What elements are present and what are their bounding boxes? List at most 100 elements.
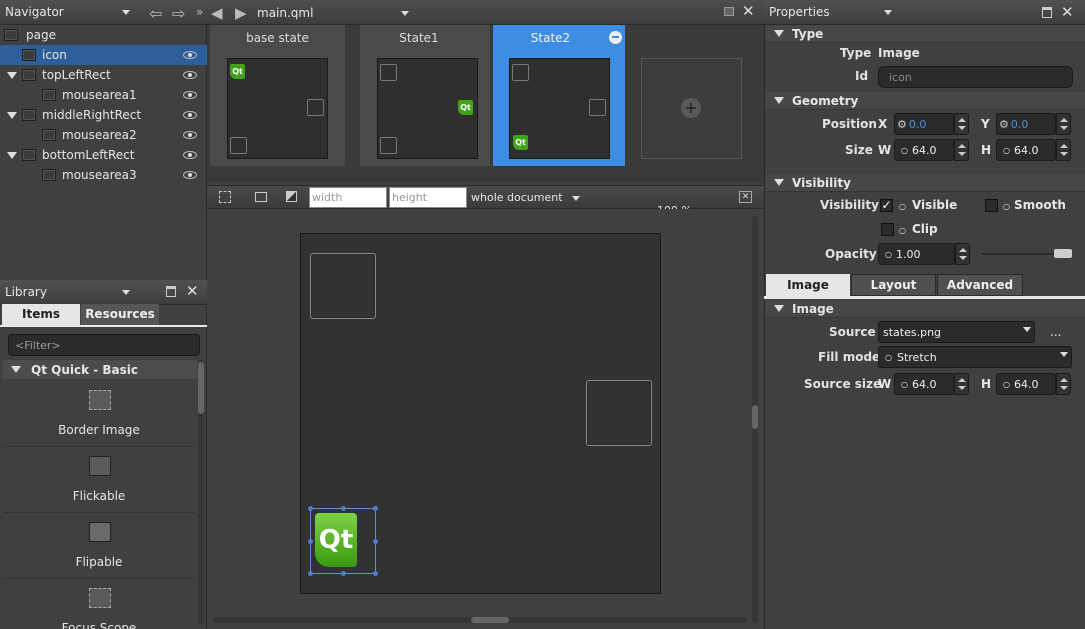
horizontal-scrollbar[interactable] xyxy=(213,617,747,623)
library-title[interactable]: Library xyxy=(5,285,133,299)
filter-input[interactable]: <Filter> xyxy=(8,334,200,356)
close-toolbar-icon[interactable]: ✕ xyxy=(739,191,752,203)
page-canvas[interactable]: Qt xyxy=(300,233,661,594)
file-dropdown[interactable]: main.qml xyxy=(257,6,412,20)
resize-handle[interactable] xyxy=(373,506,378,511)
resize-handle[interactable] xyxy=(308,506,313,511)
w-spinner[interactable] xyxy=(954,139,969,161)
snap-tool-icon[interactable] xyxy=(219,191,231,203)
resize-handle[interactable] xyxy=(373,539,378,544)
float-icon[interactable] xyxy=(166,286,176,297)
tab-advanced[interactable]: Advanced xyxy=(937,274,1023,296)
state-state2[interactable]: State2 Qt xyxy=(493,25,625,166)
opacity-spinner[interactable] xyxy=(955,243,970,265)
show-bounds-icon[interactable] xyxy=(255,192,267,202)
library-scrollbar[interactable] xyxy=(198,360,204,625)
visible-checkbox[interactable]: ✓ xyxy=(880,199,893,212)
resize-handle[interactable] xyxy=(373,571,378,576)
collapse-arrow-icon[interactable] xyxy=(774,305,784,312)
library-item-focus-scope[interactable]: Focus Scope xyxy=(3,579,195,629)
height-input[interactable]: height xyxy=(389,187,467,208)
state-base[interactable]: base state Qt xyxy=(210,25,345,166)
resize-handle[interactable] xyxy=(341,571,346,576)
collapse-arrow-icon[interactable] xyxy=(774,97,784,104)
collapse-arrow-icon[interactable] xyxy=(11,366,21,373)
scope-dropdown[interactable]: whole document xyxy=(471,191,583,204)
h-spinner[interactable] xyxy=(1056,139,1071,161)
slider-handle[interactable] xyxy=(1054,249,1072,258)
nav-back-icon[interactable]: ⇦ xyxy=(149,4,162,23)
tab-image[interactable]: Image xyxy=(766,274,850,296)
visibility-eye-icon[interactable] xyxy=(183,131,197,139)
nav-item-icon[interactable]: icon xyxy=(0,45,207,65)
back-arrow-icon[interactable]: ◀ xyxy=(211,4,223,22)
opacity-input[interactable]: ○ 1.00 xyxy=(878,243,955,265)
section-geometry[interactable]: Geometry xyxy=(766,92,1085,110)
collapse-arrow-icon[interactable] xyxy=(774,30,784,37)
resize-handle[interactable] xyxy=(308,539,313,544)
nav-item-mousearea2[interactable]: mousearea2 xyxy=(0,125,207,145)
x-input[interactable]: ⚙ 0.0 xyxy=(894,113,954,135)
smooth-checkbox[interactable] xyxy=(985,199,998,212)
visibility-eye-icon[interactable] xyxy=(183,71,197,79)
fillmode-dropdown[interactable]: ○ Stretch xyxy=(878,346,1072,368)
vertical-scrollbar[interactable] xyxy=(752,215,758,623)
collapse-arrow-icon[interactable] xyxy=(774,179,784,186)
y-input[interactable]: ⚙ 0.0 xyxy=(996,113,1056,135)
nav-item-middlerightrect[interactable]: middleRightRect xyxy=(0,105,207,125)
nav-item-mousearea1[interactable]: mousearea1 xyxy=(0,85,207,105)
nav-item-mousearea3[interactable]: mousearea3 xyxy=(0,165,207,185)
nav-item-bottomleftrect[interactable]: bottomLeftRect xyxy=(0,145,207,165)
x-spinner[interactable] xyxy=(954,113,969,135)
resize-handle[interactable] xyxy=(341,506,346,511)
properties-title[interactable]: Properties xyxy=(769,5,895,19)
y-spinner[interactable] xyxy=(1056,113,1071,135)
nav-item-page[interactable]: page xyxy=(0,25,207,45)
close-icon[interactable]: ✕ xyxy=(186,282,199,300)
clip-checkbox[interactable] xyxy=(881,223,894,236)
forward-arrow-icon[interactable]: ▶ xyxy=(235,4,247,22)
state-state1[interactable]: State1 Qt xyxy=(360,25,490,166)
middle-right-rect[interactable] xyxy=(586,380,652,446)
section-type[interactable]: Type xyxy=(766,25,1085,43)
sh-input[interactable]: ○ 64.0 xyxy=(996,373,1056,395)
source-browse-button[interactable]: ... xyxy=(1050,325,1061,339)
w-input[interactable]: ○ 64.0 xyxy=(894,139,954,161)
visibility-eye-icon[interactable] xyxy=(183,151,197,159)
tab-layout[interactable]: Layout xyxy=(851,274,936,296)
scrollbar-thumb[interactable] xyxy=(198,362,204,414)
library-item-border-image[interactable]: Border Image xyxy=(3,381,195,447)
library-item-flipable[interactable]: Flipable xyxy=(3,513,195,579)
id-input[interactable]: icon xyxy=(878,66,1073,88)
lock-icon[interactable] xyxy=(724,7,734,16)
float-icon[interactable] xyxy=(1042,7,1052,18)
library-section-header[interactable]: Qt Quick - Basic xyxy=(3,360,197,379)
section-image[interactable]: Image xyxy=(766,300,1085,318)
close-editor-icon[interactable]: ✕ xyxy=(742,2,755,20)
expand-arrow-icon[interactable] xyxy=(7,111,17,119)
width-input[interactable]: width xyxy=(309,187,387,208)
expand-arrow-icon[interactable] xyxy=(7,71,17,79)
sh-spinner[interactable] xyxy=(1056,373,1071,395)
visibility-eye-icon[interactable] xyxy=(183,51,197,59)
remove-state-icon[interactable] xyxy=(609,31,622,44)
resize-handle[interactable] xyxy=(308,571,313,576)
opacity-slider[interactable] xyxy=(982,249,1072,258)
tab-resources[interactable]: Resources xyxy=(81,304,159,325)
source-dropdown[interactable]: states.png xyxy=(878,321,1035,343)
nav-item-topleftrect[interactable]: topLeftRect xyxy=(0,65,207,85)
qt-logo-icon[interactable]: Qt xyxy=(315,513,357,567)
add-state-button[interactable]: + xyxy=(641,58,742,159)
nav-more-icon[interactable]: » xyxy=(196,5,203,19)
expand-arrow-icon[interactable] xyxy=(7,151,17,159)
sw-input[interactable]: ○ 64.0 xyxy=(894,373,954,395)
visibility-eye-icon[interactable] xyxy=(183,171,197,179)
scrollbar-thumb[interactable] xyxy=(752,405,758,429)
visibility-eye-icon[interactable] xyxy=(183,91,197,99)
close-icon[interactable]: ✕ xyxy=(1061,3,1074,21)
navigator-title[interactable]: Navigator xyxy=(5,5,133,19)
tab-items[interactable]: Items xyxy=(2,304,80,325)
top-left-rect[interactable] xyxy=(310,253,376,319)
h-input[interactable]: ○ 64.0 xyxy=(996,139,1056,161)
visibility-eye-icon[interactable] xyxy=(183,111,197,119)
